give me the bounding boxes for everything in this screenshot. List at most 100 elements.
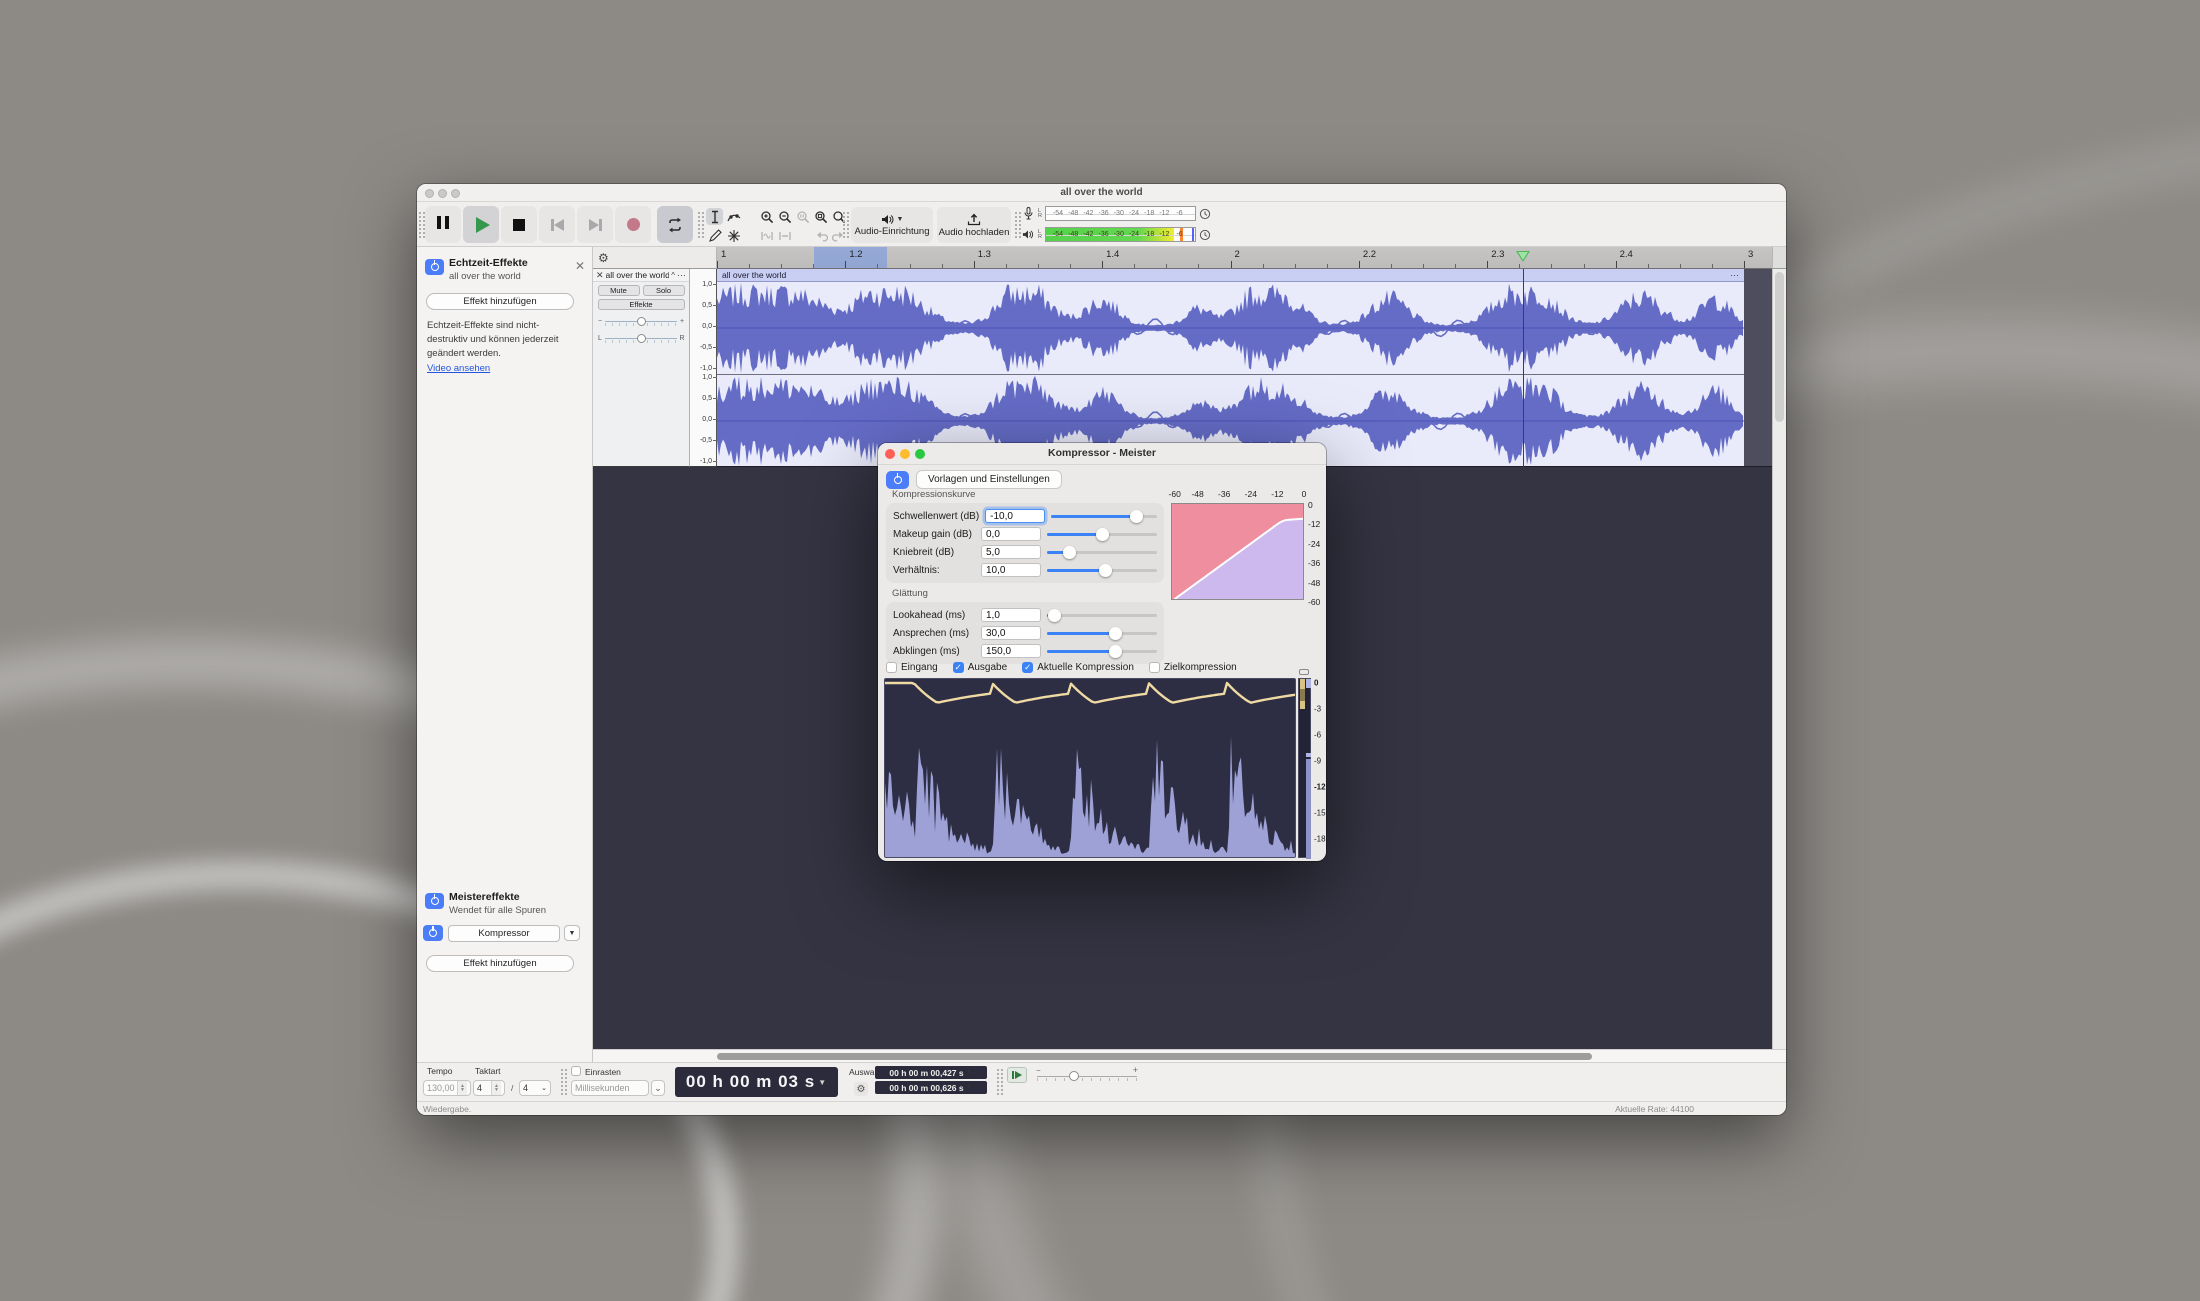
- fit-selection-tool[interactable]: [794, 208, 811, 225]
- audio-clip[interactable]: all over the world ⋯: [717, 269, 1744, 467]
- toolbar-grip[interactable]: [843, 212, 848, 238]
- dialog-checkbox[interactable]: Eingang: [886, 662, 938, 673]
- video-link[interactable]: Video ansehen: [427, 363, 490, 374]
- dialog-slider[interactable]: [1047, 545, 1157, 559]
- waveform-left-channel[interactable]: [717, 282, 1744, 374]
- compressor-power-toggle[interactable]: [886, 471, 909, 489]
- checkbox-box[interactable]: [1149, 662, 1160, 673]
- dialog-value-field[interactable]: 5,0: [981, 545, 1041, 559]
- slider-thumb[interactable]: [1099, 564, 1112, 577]
- master-effects-power-icon[interactable]: [425, 893, 444, 909]
- draw-tool[interactable]: [706, 227, 723, 244]
- slider-thumb[interactable]: [1048, 609, 1061, 622]
- mute-button[interactable]: Mute: [598, 285, 640, 296]
- loop-button[interactable]: [657, 206, 693, 243]
- track-collapse-icon[interactable]: ^: [671, 271, 675, 280]
- audio-setup-button[interactable]: ▼ Audio-Einrichtung: [851, 207, 933, 243]
- dialog-slider[interactable]: [1047, 608, 1157, 622]
- pan-slider[interactable]: L R: [597, 332, 685, 344]
- track-menu-icon[interactable]: ⋯: [677, 270, 686, 281]
- audio-upload-button[interactable]: Audio hochladen: [937, 207, 1011, 243]
- pause-button[interactable]: [425, 206, 461, 243]
- horizontal-scrollbar[interactable]: [593, 1049, 1786, 1062]
- clip-header[interactable]: all over the world ⋯: [717, 269, 1744, 282]
- dialog-slider[interactable]: [1047, 626, 1157, 640]
- toolbar-grip[interactable]: [561, 1069, 566, 1095]
- playback-meter[interactable]: LR -54-48-42-36-30-24-18-12-6: [1021, 226, 1211, 243]
- time-display[interactable]: 00 h 00 m 03 s ▼: [675, 1067, 838, 1097]
- stepper-icon[interactable]: ▲▼: [491, 1081, 501, 1095]
- panel-close-icon[interactable]: ✕: [575, 259, 585, 273]
- snap-mode-select[interactable]: Millisekunden: [571, 1080, 649, 1096]
- dialog-checkbox[interactable]: ✓Aktuelle Kompression: [1022, 662, 1134, 673]
- slider-thumb[interactable]: [1096, 528, 1109, 541]
- dialog-value-field[interactable]: 30,0: [981, 626, 1041, 640]
- tempo-field[interactable]: 130,00▲▼: [423, 1080, 471, 1096]
- toolbar-grip[interactable]: [698, 212, 703, 238]
- time-signature-upper[interactable]: 4▲▼: [473, 1080, 505, 1096]
- selection-options-gear-icon[interactable]: ⚙: [854, 1082, 868, 1096]
- stop-button[interactable]: [501, 206, 537, 243]
- vertical-scrollbar[interactable]: [1772, 269, 1786, 1049]
- zoom-out-tool[interactable]: [776, 208, 793, 225]
- dialog-value-field[interactable]: 0,0: [981, 527, 1041, 541]
- effect-options-button[interactable]: ▼: [564, 925, 580, 941]
- timeline-ruler[interactable]: 11.21.31.422.22.32.43: [717, 247, 1772, 269]
- speed-slider-thumb[interactable]: [1069, 1071, 1079, 1081]
- undo-button[interactable]: [812, 227, 829, 244]
- dialog-checkbox[interactable]: Zielkompression: [1149, 662, 1237, 673]
- dialog-value-field[interactable]: 150,0: [981, 644, 1041, 658]
- pan-slider-thumb[interactable]: [637, 334, 646, 343]
- record-button[interactable]: [615, 206, 651, 243]
- silence-selection-tool[interactable]: [776, 227, 793, 244]
- multi-tool[interactable]: [725, 227, 742, 244]
- trim-outside-tool[interactable]: [758, 227, 775, 244]
- vertical-scrollbar-thumb[interactable]: [1775, 272, 1784, 422]
- window-titlebar[interactable]: all over the world: [417, 184, 1786, 202]
- dialog-slider[interactable]: [1047, 644, 1157, 658]
- dialog-titlebar[interactable]: Kompressor - Meister: [878, 443, 1326, 465]
- dialog-value-field[interactable]: 1,0: [981, 608, 1041, 622]
- fit-project-tool[interactable]: [812, 208, 829, 225]
- slider-thumb[interactable]: [1109, 627, 1122, 640]
- skip-to-end-button[interactable]: [577, 206, 613, 243]
- selection-end-field[interactable]: 00 h 00 m 00,626 s▼: [875, 1081, 987, 1094]
- play-button[interactable]: [463, 206, 499, 243]
- solo-button[interactable]: Solo: [643, 285, 685, 296]
- dialog-slider[interactable]: [1047, 563, 1157, 577]
- dialog-slider[interactable]: [1047, 527, 1157, 541]
- time-signature-lower[interactable]: 4⌄: [519, 1080, 551, 1096]
- playback-speed-slider[interactable]: − +: [1037, 1069, 1137, 1083]
- skip-to-start-button[interactable]: [539, 206, 575, 243]
- add-effect-button[interactable]: Effekt hinzufügen: [426, 293, 574, 310]
- selection-start-field[interactable]: 00 h 00 m 00,427 s▼: [875, 1066, 987, 1079]
- clip-menu-icon[interactable]: ⋯: [1730, 270, 1739, 281]
- gain-slider[interactable]: − +: [597, 315, 685, 327]
- checkbox-box[interactable]: [886, 662, 897, 673]
- compressor-power-toggle[interactable]: [423, 925, 443, 941]
- track-name[interactable]: all over the world: [606, 270, 670, 280]
- dialog-value-field[interactable]: -10,0: [985, 509, 1045, 523]
- checkbox-box[interactable]: ✓: [1022, 662, 1033, 673]
- slider-thumb[interactable]: [1109, 645, 1122, 658]
- track-control-panel[interactable]: ✕ all over the world ^ ⋯ Mute Solo Effek…: [593, 269, 690, 467]
- play-at-speed-button[interactable]: [1007, 1067, 1027, 1083]
- toolbar-grip[interactable]: [997, 1069, 1002, 1095]
- stepper-icon[interactable]: ▲▼: [457, 1081, 467, 1095]
- dialog-checkbox[interactable]: ✓Ausgabe: [953, 662, 1007, 673]
- dialog-value-field[interactable]: 10,0: [981, 563, 1041, 577]
- slider-thumb[interactable]: [1130, 510, 1143, 523]
- recording-meter-bar[interactable]: -54-48-42-36-30-24-18-12-6: [1045, 206, 1196, 221]
- track-empty-area[interactable]: [1744, 269, 1772, 467]
- effects-power-icon[interactable]: [425, 259, 444, 275]
- checkbox-box[interactable]: ✓: [953, 662, 964, 673]
- track-close-icon[interactable]: ✕: [596, 270, 604, 281]
- playback-meter-bar[interactable]: -54-48-42-36-30-24-18-12-6: [1045, 227, 1196, 242]
- timeline-options[interactable]: ⚙: [593, 247, 717, 269]
- zoom-in-tool[interactable]: [758, 208, 775, 225]
- slider-thumb[interactable]: [1063, 546, 1076, 559]
- selection-tool[interactable]: [706, 208, 723, 225]
- dialog-slider[interactable]: [1051, 509, 1157, 523]
- compressor-effect-button[interactable]: Kompressor: [448, 925, 560, 942]
- playhead-marker[interactable]: [1516, 251, 1530, 262]
